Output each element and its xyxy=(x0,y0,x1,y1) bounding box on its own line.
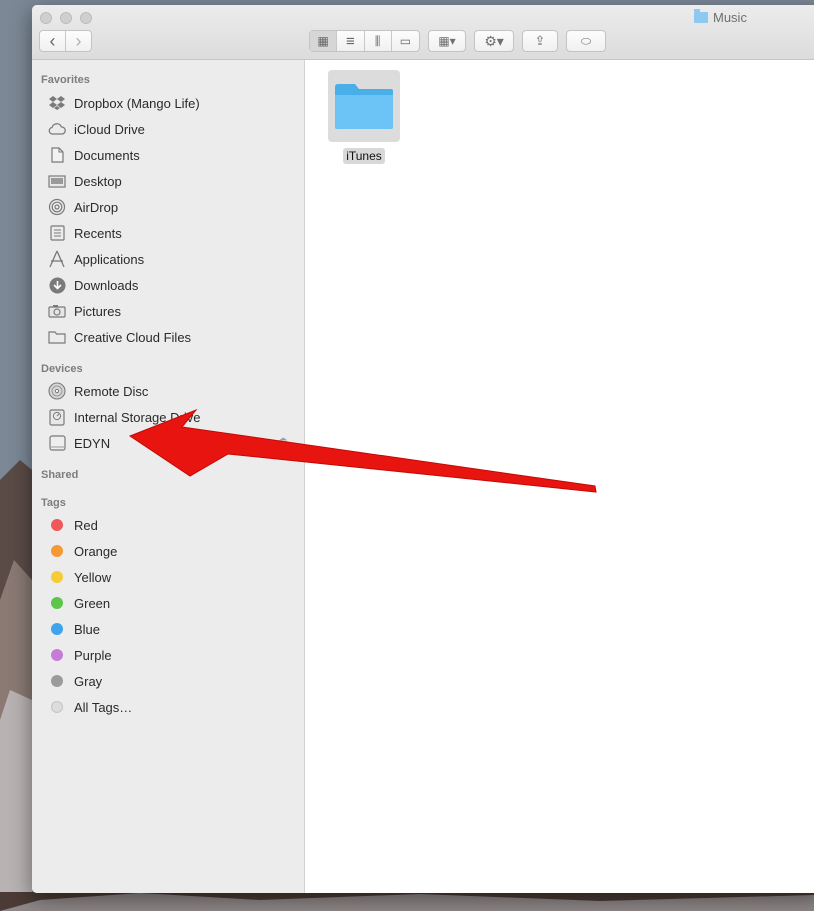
sidebar-item-creative-cloud-files[interactable]: Creative Cloud Files xyxy=(48,326,191,348)
yellow-tag-dot-icon xyxy=(48,568,66,586)
sidebar: Favorites Dropbox (Mango Life) iCloud Dr… xyxy=(32,60,305,893)
sidebar-item-label: Internal Storage Drive xyxy=(74,409,201,425)
dropbox-icon xyxy=(48,94,66,112)
forward-button[interactable]: › xyxy=(65,31,91,51)
navigation-buttons: ‹ › xyxy=(39,30,92,52)
sidebar-tag-blue[interactable]: Blue xyxy=(48,618,100,640)
downloads-icon xyxy=(48,276,66,294)
sidebar-item-dropbox[interactable]: Dropbox (Mango Life) xyxy=(48,92,200,114)
back-button[interactable]: ‹ xyxy=(40,31,65,51)
tags-heading: Tags xyxy=(41,497,66,509)
sidebar-item-pictures[interactable]: Pictures xyxy=(48,300,121,322)
sidebar-tag-gray[interactable]: Gray xyxy=(48,670,102,692)
red-tag-dot-icon xyxy=(48,516,66,534)
sidebar-item-label: Recents xyxy=(74,225,122,241)
arrange-menu-button[interactable]: ▦▾ xyxy=(428,30,466,52)
sidebar-item-label: Gray xyxy=(74,673,103,689)
gray-tag-dot-icon xyxy=(48,672,66,690)
sidebar-item-label: Desktop xyxy=(74,173,122,189)
sidebar-item-applications[interactable]: Applications xyxy=(48,248,144,270)
sidebar-item-label: Remote Disc xyxy=(74,383,149,399)
sidebar-item-downloads[interactable]: Downloads xyxy=(48,274,138,296)
sidebar-item-remote-disc[interactable]: Remote Disc xyxy=(48,380,148,402)
sidebar-item-label: Downloads xyxy=(74,277,139,293)
close-window-button[interactable] xyxy=(40,12,52,24)
sidebar-item-airdrop[interactable]: AirDrop xyxy=(48,196,118,218)
sidebar-item-edyn[interactable]: EDYN xyxy=(48,432,110,454)
folder-icon xyxy=(48,328,66,346)
file-browser-content[interactable]: iTunes xyxy=(305,60,814,893)
sidebar-item-label: Creative Cloud Files xyxy=(74,329,192,345)
sidebar-item-icloud-drive[interactable]: iCloud Drive xyxy=(48,118,145,140)
folder-icon xyxy=(328,70,400,142)
sidebar-item-label: All Tags… xyxy=(74,699,133,715)
blue-tag-dot-icon xyxy=(48,620,66,638)
external-drive-icon xyxy=(48,434,66,452)
view-mode-selector: ▦ ≡ ⫼ ▭ xyxy=(309,30,420,52)
sidebar-item-label: iCloud Drive xyxy=(74,121,145,137)
sidebar-item-label: Purple xyxy=(74,647,112,663)
sidebar-tag-orange[interactable]: Orange xyxy=(48,540,117,562)
sidebar-tag-green[interactable]: Green xyxy=(48,592,110,614)
file-label: iTunes xyxy=(343,148,385,164)
itunes-folder-item[interactable]: iTunes xyxy=(328,70,400,164)
airdrop-icon xyxy=(48,198,66,216)
window-title-text: Music xyxy=(713,10,747,25)
applications-icon xyxy=(48,250,66,268)
share-button[interactable]: ⇪ xyxy=(522,30,558,52)
sidebar-item-label: Yellow xyxy=(74,569,112,585)
minimize-window-button[interactable] xyxy=(60,12,72,24)
sidebar-item-label: Green xyxy=(74,595,111,611)
document-icon xyxy=(48,146,66,164)
sidebar-item-label: Red xyxy=(74,517,98,533)
hard-drive-icon xyxy=(48,408,66,426)
shared-heading: Shared xyxy=(41,469,79,481)
window-title: Music xyxy=(694,9,747,25)
sidebar-item-label: AirDrop xyxy=(74,199,119,215)
all-tags-icon xyxy=(48,698,66,716)
list-view-button[interactable]: ≡ xyxy=(336,31,363,51)
sidebar-item-desktop[interactable]: Desktop xyxy=(48,170,122,192)
sidebar-item-label: Applications xyxy=(74,251,145,267)
disc-icon xyxy=(48,382,66,400)
eject-icon[interactable]: ⏏ xyxy=(278,434,288,447)
recents-icon xyxy=(48,224,66,242)
sidebar-tag-purple[interactable]: Purple xyxy=(48,644,112,666)
zoom-window-button[interactable] xyxy=(80,12,92,24)
camera-icon xyxy=(48,302,66,320)
sidebar-item-label: Blue xyxy=(74,621,101,637)
action-menu-button[interactable]: ⚙▾ xyxy=(474,30,514,52)
cloud-icon xyxy=(48,120,66,138)
favorites-heading: Favorites xyxy=(41,74,90,86)
sidebar-item-label: Orange xyxy=(74,543,118,559)
sidebar-item-label: Pictures xyxy=(74,303,121,319)
edit-tags-button[interactable]: ⬭ xyxy=(566,30,606,52)
purple-tag-dot-icon xyxy=(48,646,66,664)
orange-tag-dot-icon xyxy=(48,542,66,560)
finder-window: Music ‹ › ▦ ≡ ⫼ ▭ ▦▾ ⚙▾ ⇪ ⬭ Favorites Dr… xyxy=(32,5,814,893)
sidebar-tag-yellow[interactable]: Yellow xyxy=(48,566,111,588)
sidebar-item-label: EDYN xyxy=(74,435,111,451)
sidebar-item-internal-storage-drive[interactable]: Internal Storage Drive xyxy=(48,406,200,428)
music-folder-icon xyxy=(694,9,708,23)
sidebar-item-recents[interactable]: Recents xyxy=(48,222,122,244)
desktop-icon xyxy=(48,172,66,190)
title-bar[interactable]: Music ‹ › ▦ ≡ ⫼ ▭ ▦▾ ⚙▾ ⇪ ⬭ xyxy=(32,5,814,60)
column-view-button[interactable]: ⫼ xyxy=(363,31,391,51)
sidebar-item-label: Documents xyxy=(74,147,140,163)
sidebar-all-tags[interactable]: All Tags… xyxy=(48,696,132,718)
icon-view-button[interactable]: ▦ xyxy=(310,31,337,51)
sidebar-item-label: Dropbox (Mango Life) xyxy=(74,95,200,111)
green-tag-dot-icon xyxy=(48,594,66,612)
sidebar-item-documents[interactable]: Documents xyxy=(48,144,140,166)
devices-heading: Devices xyxy=(41,363,83,375)
sidebar-tag-red[interactable]: Red xyxy=(48,514,98,536)
cover-flow-button[interactable]: ▭ xyxy=(390,31,419,51)
